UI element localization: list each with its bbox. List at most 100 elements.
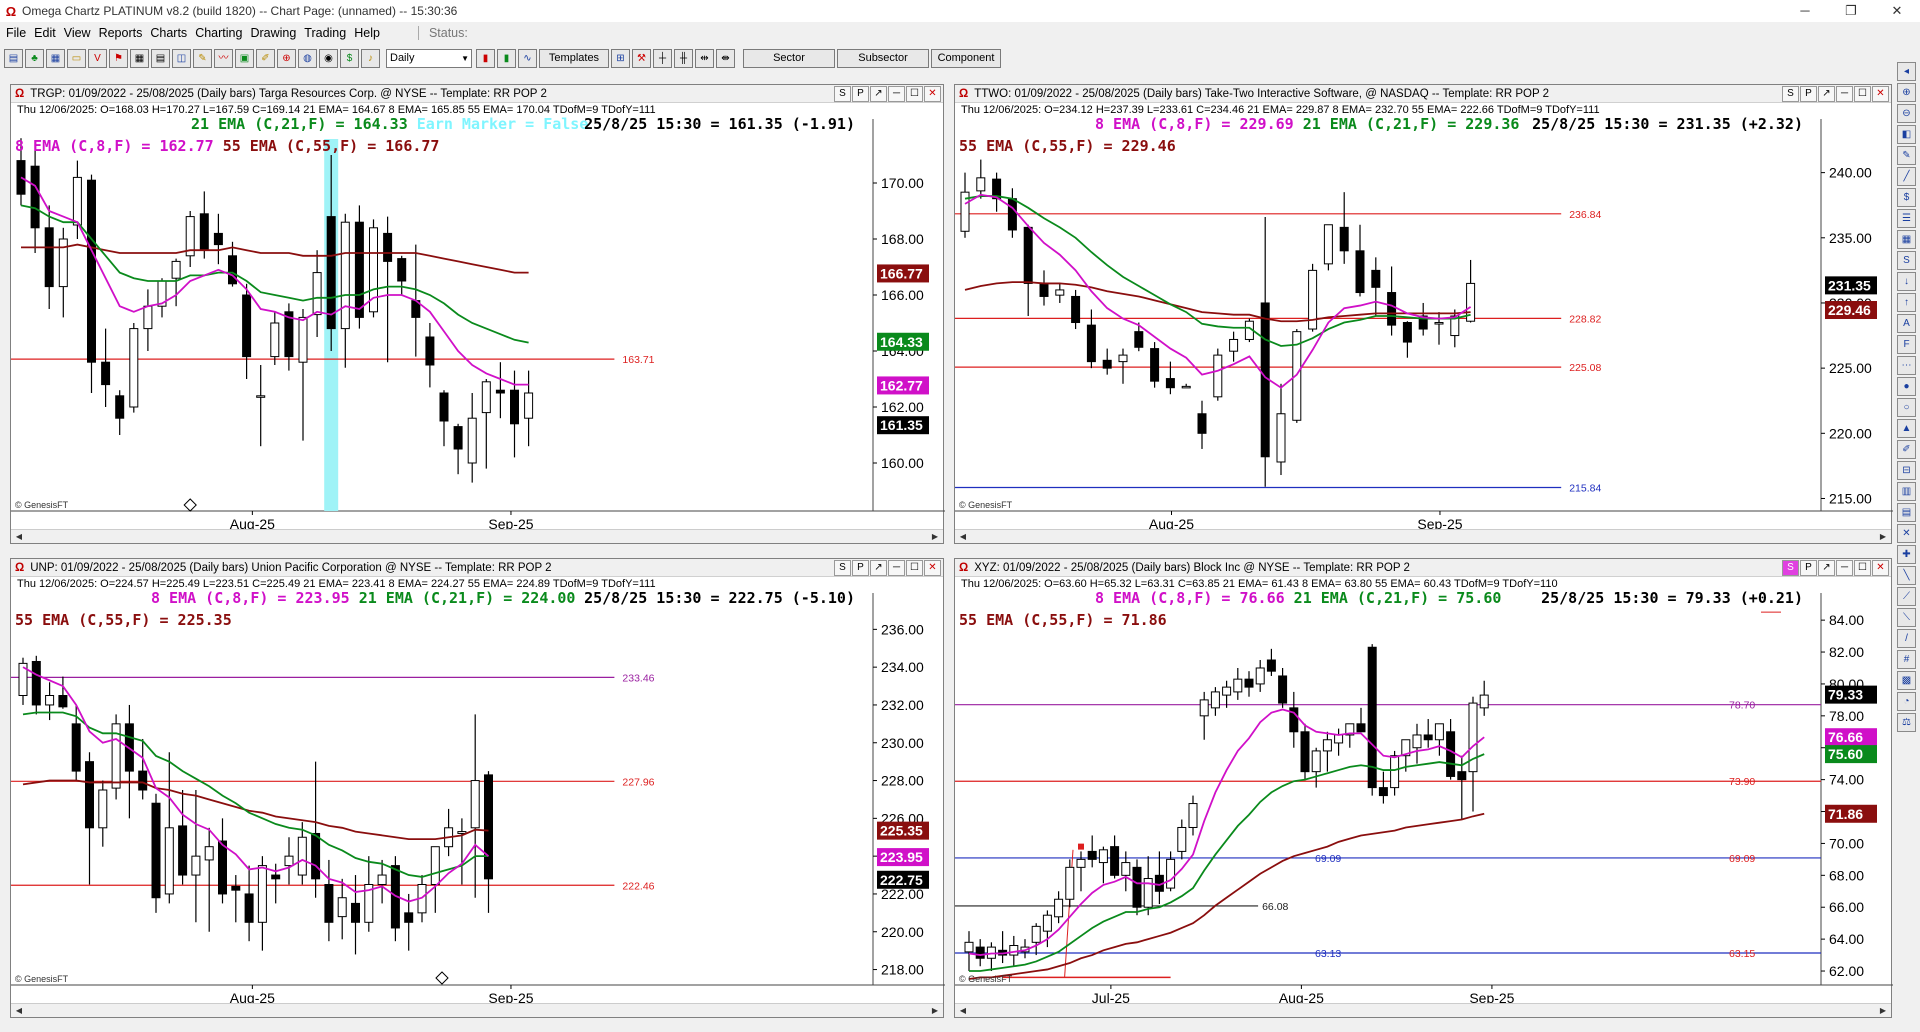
- diamond-marker-icon: [183, 498, 197, 512]
- scroll-right-icon[interactable]: ▶: [929, 1005, 941, 1017]
- magnifier-plus-icon[interactable]: ⊕: [1897, 83, 1916, 102]
- eraser-icon[interactable]: ◧: [1897, 125, 1916, 144]
- table-icon[interactable]: ▤: [1897, 503, 1916, 522]
- disk-icon[interactable]: ◉: [319, 48, 338, 68]
- legend-line-2: 55 EMA (C,55,F) = 225.35: [15, 611, 232, 629]
- cross-icon[interactable]: ✚: [1897, 545, 1916, 564]
- x-icon[interactable]: ✕: [1897, 524, 1916, 543]
- bar-chart-icon[interactable]: ▮: [476, 48, 495, 68]
- menu-edit[interactable]: Edit: [34, 26, 56, 40]
- period-select[interactable]: Daily: [386, 48, 472, 68]
- line-chart-icon[interactable]: ∿: [518, 48, 537, 68]
- scroll-left-icon[interactable]: ◀: [13, 531, 25, 543]
- menu-charts[interactable]: Charts: [150, 26, 187, 40]
- a-icon[interactable]: A: [1897, 314, 1916, 333]
- minimize-button[interactable]: ─: [1782, 0, 1828, 22]
- dots-icon[interactable]: ⋯: [1897, 356, 1916, 375]
- ruler-icon[interactable]: ⊟: [1897, 461, 1916, 480]
- diag2-icon[interactable]: ⟋: [1897, 587, 1916, 606]
- folder-icon[interactable]: ▭: [67, 48, 86, 68]
- templates-button[interactable]: Templates: [539, 48, 609, 68]
- table-icon[interactable]: ▤: [151, 48, 170, 68]
- dollar-icon[interactable]: $: [1897, 188, 1916, 207]
- menu-reports[interactable]: Reports: [99, 26, 143, 40]
- s-icon[interactable]: S: [1897, 251, 1916, 270]
- network-icon[interactable]: ⊞: [611, 48, 630, 68]
- grid-icon[interactable]: ▦: [1897, 230, 1916, 249]
- arrow-down-icon[interactable]: ↓: [1897, 272, 1916, 291]
- legend-item: 55 EMA (C,55,F) = 71.86: [959, 611, 1167, 629]
- hash-icon[interactable]: #: [1897, 650, 1916, 669]
- chart-panel-trgp: Ω TRGP: 01/09/2022 - 25/08/2025 (Daily ba…: [10, 84, 945, 544]
- price-tag-label: 71.86: [1828, 806, 1863, 822]
- scroll-right-icon[interactable]: ▶: [1877, 531, 1889, 543]
- ring-icon[interactable]: ○: [1897, 398, 1916, 417]
- horizontal-scrollbar[interactable]: ◀ ▶: [11, 529, 943, 543]
- money-icon[interactable]: $: [340, 48, 359, 68]
- cursor-icon[interactable]: ┼: [653, 48, 672, 68]
- subsector-button[interactable]: Subsector: [837, 48, 929, 68]
- compress-icon[interactable]: ⇼: [716, 48, 735, 68]
- window-title: Omega Chartz PLATINUM v8.2 (build 1820) …: [22, 4, 458, 18]
- price-tick-label: 220.00: [1829, 425, 1872, 441]
- horizontal-scrollbar[interactable]: ◀ ▶: [955, 1003, 1891, 1017]
- arrow-up-icon[interactable]: ↑: [1897, 293, 1916, 312]
- menu-trading[interactable]: Trading: [304, 26, 346, 40]
- menu-view[interactable]: View: [64, 26, 91, 40]
- compass-icon[interactable]: ⊕: [277, 48, 296, 68]
- scroll-right-icon[interactable]: ▶: [1877, 1005, 1889, 1017]
- tools-icon[interactable]: ⚒: [632, 48, 651, 68]
- brush-icon[interactable]: ✐: [1897, 440, 1916, 459]
- scale-icon[interactable]: ⚖: [1897, 713, 1916, 732]
- component-button[interactable]: Component: [931, 48, 1001, 68]
- slash-icon[interactable]: /: [1897, 629, 1916, 648]
- scroll-left-icon[interactable]: ◀: [13, 1005, 25, 1017]
- magnifier-minus-icon[interactable]: ⊖: [1897, 104, 1916, 123]
- flag-icon[interactable]: ⚑: [109, 48, 128, 68]
- bars-icon[interactable]: ▥: [1897, 482, 1916, 501]
- gauge-icon[interactable]: ◔: [1897, 692, 1916, 711]
- candle-chart-icon[interactable]: ▮: [497, 48, 516, 68]
- scroll-left-icon[interactable]: ◀: [957, 1005, 969, 1017]
- v-icon[interactable]: V: [88, 48, 107, 68]
- nav-icon[interactable]: ◂: [1897, 62, 1916, 81]
- paint-icon[interactable]: ▲: [1897, 419, 1916, 438]
- grid2-icon[interactable]: ▩: [1897, 671, 1916, 690]
- pencil-icon[interactable]: ✎: [1897, 146, 1916, 165]
- globe-icon[interactable]: ◍: [298, 48, 317, 68]
- pan-icon[interactable]: ⇹: [695, 48, 714, 68]
- scan-icon[interactable]: ◫: [172, 48, 191, 68]
- pencil-icon[interactable]: ✎: [193, 48, 212, 68]
- candle-body: [191, 855, 201, 876]
- menu-charting[interactable]: Charting: [195, 26, 242, 40]
- circle-icon[interactable]: ●: [1897, 377, 1916, 396]
- grid-icon[interactable]: ▦: [130, 48, 149, 68]
- h-line-icon[interactable]: ╫: [674, 48, 693, 68]
- tree-icon[interactable]: ♣: [25, 48, 44, 68]
- open-icon[interactable]: ▤: [4, 48, 23, 68]
- close-button[interactable]: ✕: [1874, 0, 1920, 22]
- sector-button[interactable]: Sector: [743, 48, 835, 68]
- candle-body: [1210, 691, 1220, 709]
- scroll-left-icon[interactable]: ◀: [957, 531, 969, 543]
- strategy-icon[interactable]: ▣: [235, 48, 254, 68]
- menu-help[interactable]: Help: [354, 26, 380, 40]
- chart-list-icon[interactable]: ▦: [46, 48, 65, 68]
- pen-icon[interactable]: ✐: [256, 48, 275, 68]
- list-icon[interactable]: ☰: [1897, 209, 1916, 228]
- diag-icon[interactable]: ╲: [1897, 566, 1916, 585]
- candle-body: [101, 361, 111, 386]
- menu-drawing[interactable]: Drawing: [250, 26, 296, 40]
- horizontal-scrollbar[interactable]: ◀ ▶: [955, 529, 1891, 543]
- wave-icon[interactable]: 〰: [214, 48, 233, 68]
- restore-button[interactable]: ❐: [1828, 0, 1874, 22]
- f-icon[interactable]: F: [1897, 335, 1916, 354]
- bell-icon[interactable]: ♪: [361, 48, 380, 68]
- candle-body: [1322, 739, 1332, 752]
- diag3-icon[interactable]: ⟍: [1897, 608, 1916, 627]
- line-icon[interactable]: ╱: [1897, 167, 1916, 186]
- menu-file[interactable]: File: [6, 26, 26, 40]
- scroll-right-icon[interactable]: ▶: [929, 531, 941, 543]
- legend-line-2: 55 EMA (C,55,F) = 71.86: [959, 611, 1167, 629]
- horizontal-scrollbar[interactable]: ◀ ▶: [11, 1003, 943, 1017]
